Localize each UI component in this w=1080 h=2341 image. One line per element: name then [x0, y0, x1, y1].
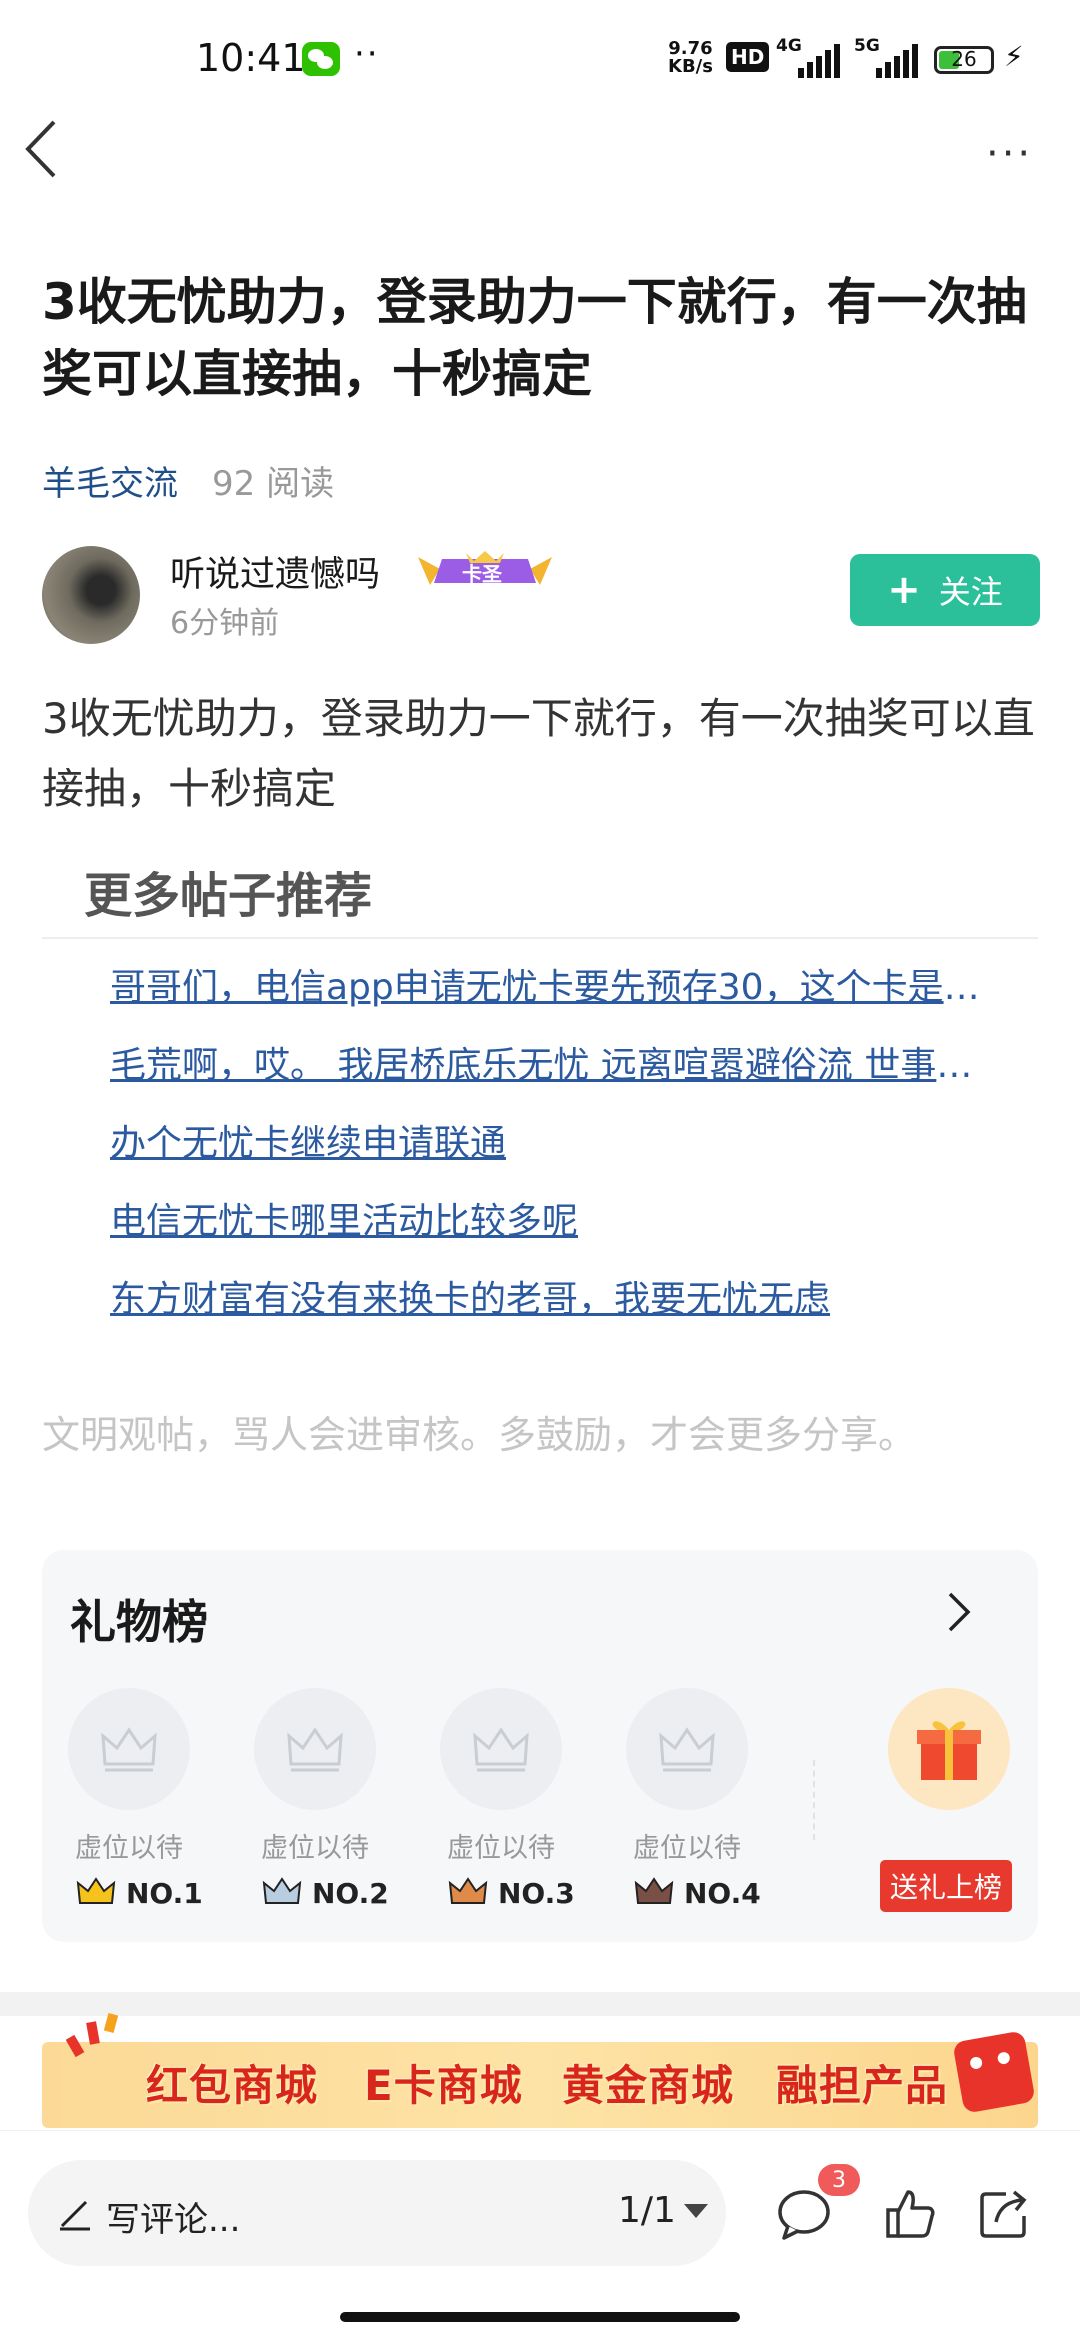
avatar[interactable] [42, 546, 140, 644]
follow-label: 关注 [938, 573, 1003, 611]
gift-board-title: 礼物榜 [70, 1595, 208, 1649]
back-chevron-left-icon[interactable] [22, 118, 62, 180]
category-link[interactable]: 羊毛交流 [42, 456, 178, 505]
gift-slot-label: 虚位以待 [447, 1833, 555, 1864]
plus-icon: + [887, 567, 921, 613]
gift-slot-label: 虚位以待 [261, 1833, 369, 1864]
follow-button[interactable]: + 关注 [850, 554, 1040, 626]
battery-level: 26 [951, 47, 977, 71]
rank-label: NO.1 [126, 1876, 203, 1910]
status-dots: ·· [354, 34, 380, 74]
battery-icon: 26 [934, 46, 994, 74]
rank-label: NO.4 [684, 1876, 761, 1910]
section-separator [0, 1992, 1080, 2016]
bronze-crown-icon [448, 1877, 488, 1904]
recommend-link[interactable]: 毛荒啊，哎。 我居桥底乐无忧 远离喧嚣避俗流 世事纷扰 [110, 1036, 1000, 1088]
rank-2: NO.2 [262, 1874, 389, 1912]
crown-placeholder-icon [659, 1727, 715, 1772]
signal-icon [876, 42, 918, 78]
rank-4: NO.4 [634, 1874, 761, 1912]
status-time: 10:41 [196, 36, 306, 80]
signal-icon [798, 42, 840, 78]
dark-crown-icon [634, 1877, 674, 1904]
gift-icon[interactable] [888, 1688, 1010, 1810]
network-speed: 9.76 KB/s [668, 40, 713, 76]
crown-placeholder-icon [287, 1727, 343, 1772]
post-body: 3收无忧助力，登录助力一下就行，有一次抽奖可以直接抽，十秒搞定 [42, 694, 1035, 813]
rank-1: NO.1 [76, 1874, 203, 1912]
banner-item-finance[interactable]: 融担产品 [776, 2052, 948, 2113]
gift-slot-1[interactable] [68, 1688, 190, 1810]
recommend-link[interactable]: 办个无忧卡继续申请联通 [110, 1114, 1000, 1166]
comment-bubble-icon[interactable] [776, 2186, 832, 2242]
author-name[interactable]: 听说过遗憾吗 [170, 546, 380, 597]
gift-slot-label: 虚位以待 [75, 1833, 183, 1864]
comment-count-badge: 3 [818, 2164, 860, 2196]
wechat-icon [302, 42, 340, 76]
mascot-icon [952, 2030, 1036, 2114]
sparkle-deco-icon [66, 2013, 119, 2058]
rank-label: NO.3 [498, 1876, 575, 1910]
rank-3: NO.3 [448, 1874, 575, 1912]
recommend-link[interactable]: 电信无忧卡哪里活动比较多呢 [110, 1192, 1000, 1244]
recommend-link[interactable]: 东方财富有没有来换卡的老哥，我要无忧无虑 [110, 1270, 1000, 1322]
banner-item-hongbao[interactable]: 红包商城 [146, 2052, 318, 2113]
post-title: 3收无忧助力，登录助力一下就行，有一次抽奖可以直接抽，十秒搞定 [42, 273, 1027, 403]
send-gift-button[interactable]: 送礼上榜 [880, 1860, 1012, 1912]
hd-icon: HD [726, 42, 770, 72]
recommend-heading: 更多帖子推荐 [84, 868, 373, 924]
crown-placeholder-icon [101, 1727, 157, 1772]
caret-down-icon[interactable] [684, 2204, 708, 2218]
thumbs-up-icon[interactable] [882, 2186, 938, 2242]
charging-icon: ⚡ [1004, 40, 1024, 73]
gift-slot-3[interactable] [440, 1688, 562, 1810]
chevron-right-icon[interactable] [946, 1590, 972, 1634]
page-indicator[interactable]: 1/1 [618, 2190, 676, 2231]
speed-unit: KB/s [668, 56, 713, 77]
pencil-icon [60, 2200, 90, 2231]
read-count: 92 阅读 [212, 464, 335, 504]
comment-placeholder[interactable]: 写评论... [106, 2192, 240, 2241]
divider [42, 937, 1038, 939]
share-icon[interactable] [976, 2186, 1032, 2242]
community-notice: 文明观帖，骂人会进审核。多鼓励，才会更多分享。 [42, 1413, 917, 1457]
author-badge-label: 卡圣 [462, 562, 502, 586]
divider [813, 1760, 815, 1840]
crown-placeholder-icon [473, 1727, 529, 1772]
gift-slot-2[interactable] [254, 1688, 376, 1810]
silver-crown-icon [262, 1877, 302, 1904]
post-time: 6分钟前 [170, 606, 280, 641]
gold-crown-icon [76, 1877, 116, 1904]
home-indicator[interactable] [340, 2312, 740, 2322]
banner-item-ecard[interactable]: E卡商城 [364, 2052, 523, 2113]
gift-box-icon [917, 1721, 981, 1780]
gift-slot-4[interactable] [626, 1688, 748, 1810]
banner-item-gold[interactable]: 黄金商城 [562, 2052, 734, 2113]
gift-slot-label: 虚位以待 [633, 1833, 741, 1864]
recommend-link[interactable]: 哥哥们，电信app申请无忧卡要先预存30，这个卡是不是要交话费 [110, 958, 1000, 1010]
more-options-button[interactable]: ··· [986, 134, 1033, 174]
rank-label: NO.2 [312, 1876, 389, 1910]
